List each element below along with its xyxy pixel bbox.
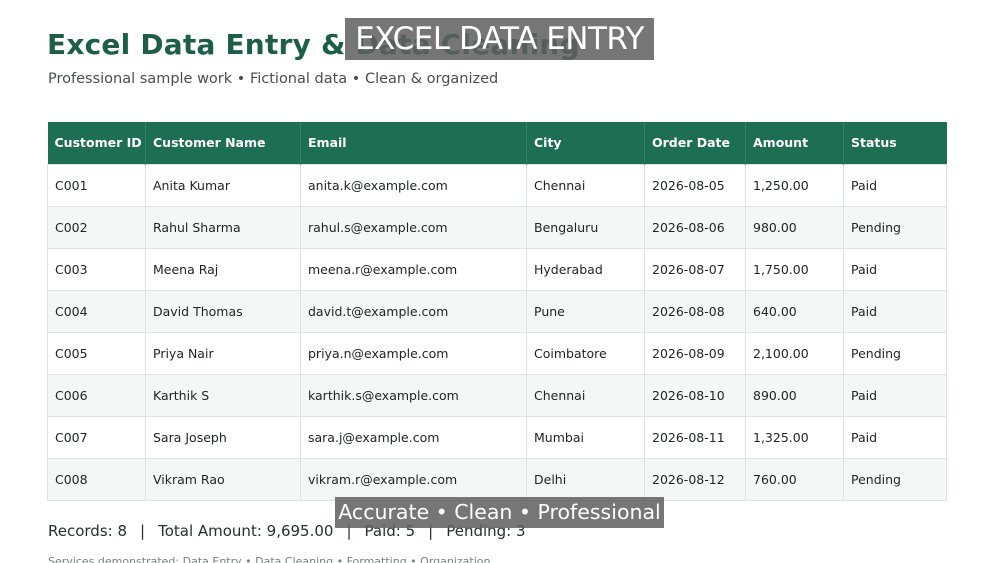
- table-row: C002 Rahul Sharma rahul.s@example.com Be…: [47, 205, 947, 249]
- cell-order-date[interactable]: 2026-08-06: [644, 205, 746, 249]
- cell-status[interactable]: Paid: [843, 289, 947, 333]
- cell-customer-id[interactable]: C007: [47, 415, 146, 459]
- cell-customer-id[interactable]: C004: [47, 289, 146, 333]
- cell-customer-id[interactable]: C008: [47, 457, 146, 501]
- cell-city[interactable]: Delhi: [526, 457, 645, 501]
- cell-email[interactable]: meena.r@example.com: [300, 247, 527, 291]
- column-header-email[interactable]: Email: [300, 122, 527, 164]
- cell-status[interactable]: Paid: [843, 247, 947, 291]
- cell-amount[interactable]: 980.00: [745, 205, 844, 249]
- cell-customer-id[interactable]: C006: [47, 373, 146, 417]
- cell-customer-id[interactable]: C003: [47, 247, 146, 291]
- cell-customer-id[interactable]: C001: [47, 163, 146, 207]
- table-row: C006 Karthik S karthik.s@example.com Che…: [47, 373, 947, 417]
- cell-email[interactable]: rahul.s@example.com: [300, 205, 527, 249]
- table-header-row: Customer ID Customer Name Email City Ord…: [47, 122, 947, 164]
- cell-email[interactable]: priya.n@example.com: [300, 331, 527, 375]
- cell-amount[interactable]: 1,325.00: [745, 415, 844, 459]
- cell-customer-name[interactable]: Meena Raj: [145, 247, 301, 291]
- column-header-status[interactable]: Status: [843, 122, 947, 164]
- cell-status[interactable]: Pending: [843, 331, 947, 375]
- cell-customer-name[interactable]: Priya Nair: [145, 331, 301, 375]
- cell-email[interactable]: vikram.r@example.com: [300, 457, 527, 501]
- cell-order-date[interactable]: 2026-08-11: [644, 415, 746, 459]
- cell-customer-name[interactable]: Sara Joseph: [145, 415, 301, 459]
- table-row: C005 Priya Nair priya.n@example.com Coim…: [47, 331, 947, 375]
- column-header-order-date[interactable]: Order Date: [644, 122, 746, 164]
- cell-city[interactable]: Chennai: [526, 373, 645, 417]
- cell-status[interactable]: Pending: [843, 457, 947, 501]
- cell-order-date[interactable]: 2026-08-05: [644, 163, 746, 207]
- cell-city[interactable]: Hyderabad: [526, 247, 645, 291]
- column-header-city[interactable]: City: [526, 122, 645, 164]
- cell-customer-id[interactable]: C002: [47, 205, 146, 249]
- column-header-amount[interactable]: Amount: [745, 122, 844, 164]
- cell-amount[interactable]: 640.00: [745, 289, 844, 333]
- cell-city[interactable]: Bengaluru: [526, 205, 645, 249]
- cell-customer-name[interactable]: David Thomas: [145, 289, 301, 333]
- cell-email[interactable]: sara.j@example.com: [300, 415, 527, 459]
- cell-amount[interactable]: 2,100.00: [745, 331, 844, 375]
- cell-email[interactable]: anita.k@example.com: [300, 163, 527, 207]
- cell-status[interactable]: Paid: [843, 163, 947, 207]
- page-subtitle: Professional sample work • Fictional dat…: [48, 71, 499, 87]
- cell-order-date[interactable]: 2026-08-09: [644, 331, 746, 375]
- tagline-banner: Accurate • Clean • Professional: [335, 497, 664, 528]
- total-amount: Total Amount: 9,695.00: [158, 522, 334, 540]
- table-row: C004 David Thomas david.t@example.com Pu…: [47, 289, 947, 333]
- cell-status[interactable]: Paid: [843, 415, 947, 459]
- cell-email[interactable]: karthik.s@example.com: [300, 373, 527, 417]
- cell-customer-name[interactable]: Anita Kumar: [145, 163, 301, 207]
- column-header-customer-name[interactable]: Customer Name: [145, 122, 301, 164]
- cell-city[interactable]: Chennai: [526, 163, 645, 207]
- summary-separator: |: [140, 522, 146, 540]
- excel-data-entry-banner: EXCEL DATA ENTRY: [345, 18, 654, 60]
- data-table: Customer ID Customer Name Email City Ord…: [47, 122, 947, 501]
- cell-order-date[interactable]: 2026-08-12: [644, 457, 746, 501]
- cell-email[interactable]: david.t@example.com: [300, 289, 527, 333]
- cell-amount[interactable]: 760.00: [745, 457, 844, 501]
- table-row: C003 Meena Raj meena.r@example.com Hyder…: [47, 247, 947, 291]
- cell-order-date[interactable]: 2026-08-07: [644, 247, 746, 291]
- table-row: C008 Vikram Rao vikram.r@example.com Del…: [47, 457, 947, 501]
- cell-customer-name[interactable]: Vikram Rao: [145, 457, 301, 501]
- table-row: C007 Sara Joseph sara.j@example.com Mumb…: [47, 415, 947, 459]
- cell-status[interactable]: Paid: [843, 373, 947, 417]
- cell-amount[interactable]: 1,750.00: [745, 247, 844, 291]
- table-row: C001 Anita Kumar anita.k@example.com Che…: [47, 163, 947, 207]
- cell-city[interactable]: Mumbai: [526, 415, 645, 459]
- cell-customer-name[interactable]: Karthik S: [145, 373, 301, 417]
- cell-amount[interactable]: 890.00: [745, 373, 844, 417]
- column-header-customer-id[interactable]: Customer ID: [47, 122, 146, 164]
- cell-order-date[interactable]: 2026-08-08: [644, 289, 746, 333]
- cell-customer-name[interactable]: Rahul Sharma: [145, 205, 301, 249]
- cell-city[interactable]: Coimbatore: [526, 331, 645, 375]
- cell-customer-id[interactable]: C005: [47, 331, 146, 375]
- cell-status[interactable]: Pending: [843, 205, 947, 249]
- cell-order-date[interactable]: 2026-08-10: [644, 373, 746, 417]
- cell-amount[interactable]: 1,250.00: [745, 163, 844, 207]
- cell-city[interactable]: Pune: [526, 289, 645, 333]
- records-count: Records: 8: [48, 522, 128, 540]
- services-footer: Services demonstrated: Data Entry • Data…: [48, 555, 491, 563]
